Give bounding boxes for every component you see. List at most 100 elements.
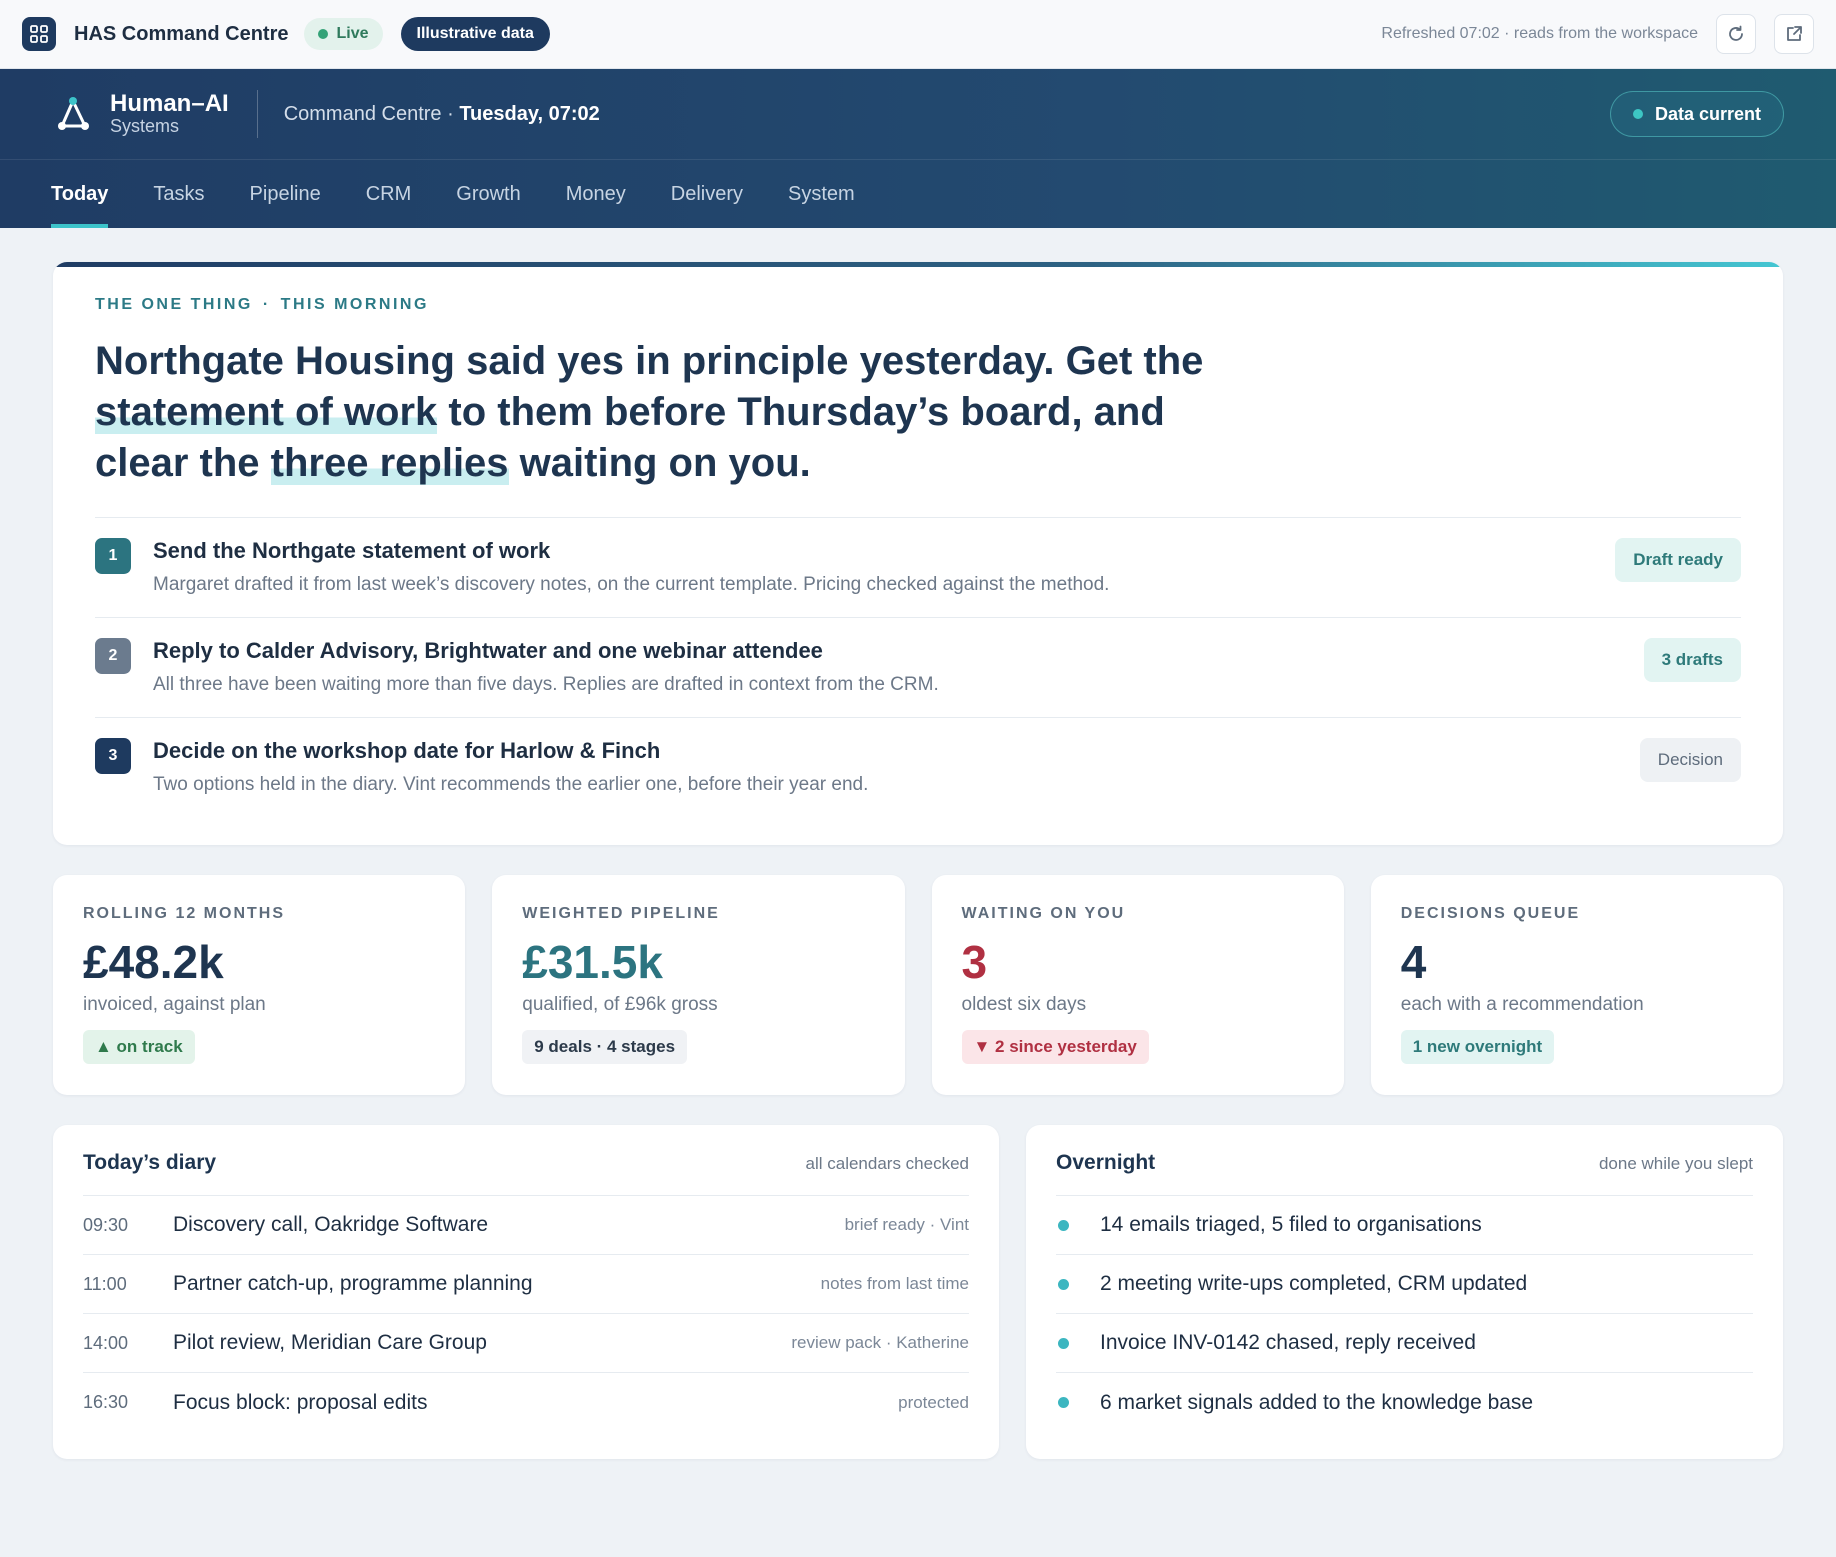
decision-tag[interactable]: Decision: [1639, 738, 1741, 782]
diary-row[interactable]: 11:00 Partner catch-up, programme planni…: [83, 1255, 969, 1314]
data-current-button[interactable]: Data current: [1609, 91, 1784, 137]
headline-highlight-replies: three replies: [270, 441, 509, 485]
one-thing-eyebrow: The one thing · This morning: [95, 296, 1741, 314]
diary-panel: Today’s diary all calendars checked 09:3…: [53, 1125, 999, 1459]
one-thing-headline: Northgate Housing said yes in principle …: [95, 336, 1235, 489]
action-item[interactable]: 3 Decide on the workshop date for Harlow…: [95, 717, 1741, 817]
bottom-panels: Today’s diary all calendars checked 09:3…: [53, 1125, 1783, 1459]
diary-meta: protected: [898, 1392, 969, 1412]
action-number: 1: [95, 538, 131, 574]
kpi-rolling-12-months[interactable]: Rolling 12 months £48.2k invoiced, again…: [53, 875, 466, 1095]
action-item[interactable]: 2 Reply to Calder Advisory, Brightwater …: [95, 617, 1741, 717]
tab-growth[interactable]: Growth: [456, 160, 520, 228]
context-day: Tuesday, 07:02: [459, 102, 600, 125]
action-number: 3: [95, 738, 131, 774]
diary-time: 16:30: [83, 1392, 129, 1412]
overnight-text: 6 market signals added to the knowledge …: [1100, 1390, 1534, 1414]
action-title: Decide on the workshop date for Harlow &…: [153, 738, 661, 763]
kpi-value: 4: [1400, 936, 1427, 988]
headline-part-3: waiting on you.: [508, 441, 811, 485]
open-external-button[interactable]: [1774, 14, 1814, 54]
bullet-dot-icon: [1058, 1219, 1069, 1231]
tab-crm[interactable]: CRM: [366, 160, 412, 228]
refresh-status-text: Refreshed 07:02 · reads from the workspa…: [1381, 25, 1698, 42]
data-current-label: Data current: [1654, 103, 1761, 124]
tab-money[interactable]: Money: [566, 160, 626, 228]
tab-pipeline[interactable]: Pipeline: [250, 160, 321, 228]
action-description: Margaret drafted it from last week’s dis…: [153, 574, 1110, 595]
diary-time: 14:00: [83, 1332, 129, 1353]
refresh-button[interactable]: [1716, 14, 1756, 54]
tab-tasks[interactable]: Tasks: [153, 160, 204, 228]
page-context: Command Centre · Tuesday, 07:02: [284, 103, 600, 126]
overnight-item[interactable]: Invoice INV-0142 chased, reply received: [1056, 1314, 1753, 1373]
kpi-label: Decisions queue: [1400, 905, 1581, 922]
kpi-subtext: oldest six days: [961, 993, 1087, 1015]
page-header: Human–AI Systems Command Centre · Tuesda…: [0, 69, 1836, 228]
headline-part-1: Northgate Housing said yes in principle …: [95, 339, 1204, 383]
kpi-row: Rolling 12 months £48.2k invoiced, again…: [53, 875, 1783, 1095]
action-title: Send the Northgate statement of work: [153, 538, 551, 563]
action-item[interactable]: 1 Send the Northgate statement of work M…: [95, 517, 1741, 617]
main-nav: Today Tasks Pipeline CRM Growth Money De…: [0, 160, 1836, 228]
external-link-icon: [1787, 26, 1802, 41]
kpi-subtext: invoiced, against plan: [83, 993, 266, 1015]
action-description: All three have been waiting more than fi…: [153, 674, 939, 695]
diary-event: Focus block: proposal edits: [173, 1390, 428, 1414]
live-status-badge: Live: [304, 18, 383, 50]
overnight-item[interactable]: 14 emails triaged, 5 filed to organisati…: [1056, 1196, 1753, 1255]
action-title: Reply to Calder Advisory, Brightwater an…: [153, 638, 823, 663]
overnight-text: Invoice INV-0142 chased, reply received: [1100, 1331, 1476, 1354]
kpi-value: 3: [961, 936, 988, 988]
diary-row[interactable]: 09:30 Discovery call, Oakridge Software …: [83, 1196, 969, 1255]
drafts-tag[interactable]: 3 drafts: [1643, 638, 1741, 682]
action-description: Two options held in the diary. Vint reco…: [153, 774, 869, 795]
overnight-text: 2 meeting write-ups completed, CRM updat…: [1100, 1272, 1528, 1295]
tab-delivery[interactable]: Delivery: [671, 160, 743, 228]
eyebrow-right: This morning: [280, 296, 429, 313]
status-dot-icon: [1632, 109, 1643, 119]
kpi-subtext: each with a recommendation: [1400, 993, 1644, 1015]
overnight-title: Overnight: [1056, 1151, 1156, 1174]
context-prefix: Command Centre ·: [283, 102, 460, 125]
diary-meta: brief ready · Vint: [844, 1215, 969, 1234]
kpi-badge: 1 new overnight: [1400, 1029, 1555, 1064]
kpi-badge: ▲ on track: [83, 1029, 195, 1064]
brand-subtitle: Systems: [110, 116, 180, 137]
kpi-value: £31.5k: [522, 936, 663, 988]
eyebrow-separator: ·: [262, 296, 271, 313]
diary-time: 09:30: [83, 1214, 129, 1235]
draft-ready-tag[interactable]: Draft ready: [1615, 538, 1741, 582]
diary-row[interactable]: 16:30 Focus block: proposal edits protec…: [83, 1373, 969, 1432]
overnight-item[interactable]: 6 market signals added to the knowledge …: [1056, 1373, 1753, 1432]
overnight-text: 14 emails triaged, 5 filed to organisati…: [1100, 1213, 1482, 1236]
kpi-weighted-pipeline[interactable]: Weighted pipeline £31.5k qualified, of £…: [492, 875, 905, 1095]
grid-icon[interactable]: [22, 17, 56, 51]
one-thing-card: The one thing · This morning Northgate Hou…: [53, 262, 1783, 845]
tab-today[interactable]: Today: [51, 160, 109, 228]
action-list: 1 Send the Northgate statement of work M…: [95, 517, 1741, 817]
overnight-panel: Overnight done while you slept 14 emails…: [1026, 1125, 1783, 1459]
diary-meta: review pack · Katherine: [791, 1333, 969, 1352]
kpi-waiting-on-you[interactable]: Waiting on you 3 oldest six days ▼ 2 sin…: [931, 875, 1344, 1095]
bullet-dot-icon: [1058, 1278, 1069, 1290]
kpi-label: Rolling 12 months: [83, 905, 286, 922]
kpi-subtext: qualified, of £96k gross: [522, 993, 718, 1015]
diary-row[interactable]: 14:00 Pilot review, Meridian Care Group …: [83, 1314, 969, 1373]
diary-note: all calendars checked: [805, 1154, 969, 1173]
live-label: Live: [336, 25, 369, 42]
diary-time: 11:00: [83, 1273, 127, 1294]
kpi-decisions-queue[interactable]: Decisions queue 4 each with a recommenda…: [1370, 875, 1783, 1095]
eyebrow-left: The one thing: [95, 296, 253, 313]
brand-logo-icon: [58, 97, 89, 130]
kpi-badge: ▼ 2 since yesterday: [961, 1029, 1149, 1064]
illustrative-data-badge: Illustrative data: [400, 17, 550, 51]
tab-system[interactable]: System: [788, 160, 855, 228]
overnight-item[interactable]: 2 meeting write-ups completed, CRM updat…: [1056, 1255, 1753, 1314]
diary-event: Pilot review, Meridian Care Group: [173, 1331, 487, 1354]
app-topbar: HAS Command Centre Live Illustrative dat…: [0, 0, 1836, 69]
refresh-icon: [1729, 25, 1743, 41]
brand-name: Human–AI: [110, 89, 229, 117]
kpi-badge: 9 deals · 4 stages: [522, 1029, 688, 1064]
header-divider: [256, 90, 258, 138]
